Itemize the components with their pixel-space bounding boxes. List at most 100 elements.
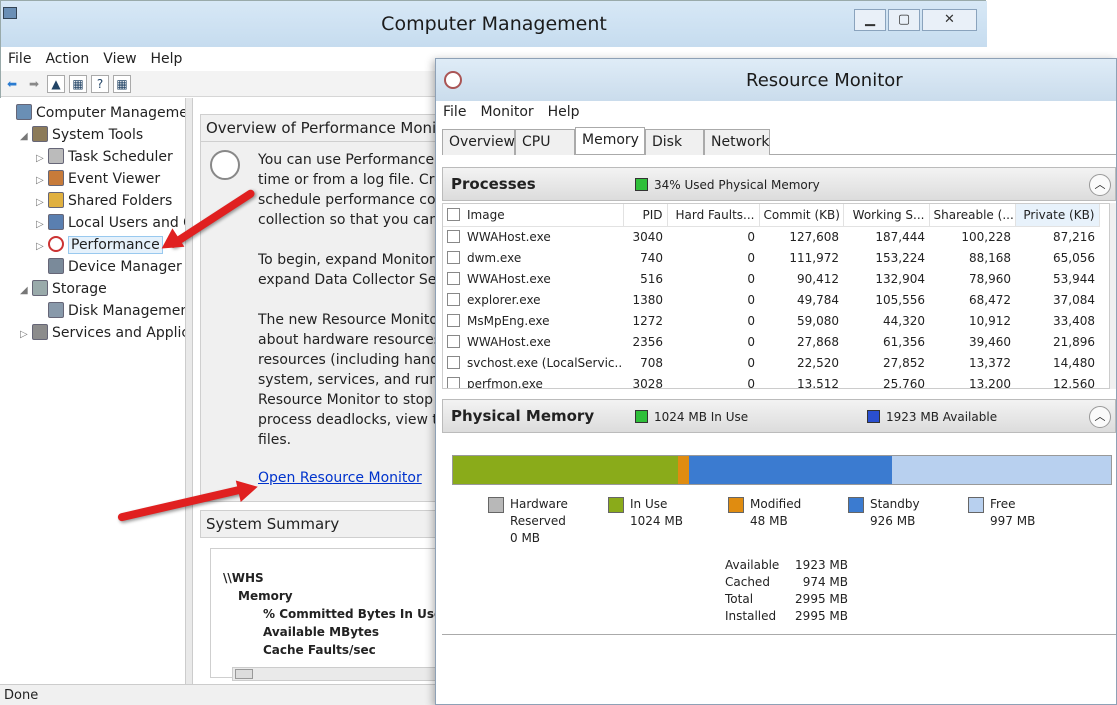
tree-item-label: Event Viewer: [68, 171, 161, 187]
collapse-processes-icon[interactable]: ︿: [1089, 174, 1111, 196]
tree-item-event-viewer[interactable]: ▷ Event Viewer: [36, 168, 160, 190]
row-checkbox[interactable]: [447, 229, 460, 243]
tree-item-disk-management[interactable]: Disk Management: [36, 300, 185, 322]
cell-text: 61,356: [883, 334, 925, 349]
overview-text-line: The new Resource Monitor: [258, 312, 438, 328]
column-header-working-s-[interactable]: Working S...: [843, 204, 930, 227]
expand-arrow-icon[interactable]: ▷: [20, 324, 32, 346]
horizontal-scrollbar[interactable]: [232, 667, 440, 681]
forward-arrow-icon[interactable]: ➡: [25, 76, 43, 94]
tab-memory[interactable]: Memory: [575, 127, 645, 154]
table-row[interactable]: dwm.exe 740 0 111,972 153,224 88,168 65,056: [443, 247, 1099, 268]
menu-view[interactable]: View: [96, 47, 143, 71]
row-checkbox[interactable]: [447, 376, 460, 388]
expand-arrow-icon[interactable]: ▷: [36, 214, 48, 236]
menu-help[interactable]: Help: [144, 47, 190, 71]
expand-arrow-icon[interactable]: ◢: [20, 280, 32, 302]
menu-action[interactable]: Action: [38, 47, 96, 71]
back-arrow-icon[interactable]: ⬅: [3, 76, 21, 94]
tree-item-services-and-applicat[interactable]: ▷ Services and Applicat: [20, 322, 185, 346]
table-row[interactable]: explorer.exe 1380 0 49,784 105,556 68,472 37,0…: [443, 289, 1099, 310]
system-summary-body: \\WHS Memory % Committed Bytes In Use Av…: [210, 548, 442, 678]
column-header-label: Hard Faults...: [675, 207, 755, 222]
tree-item-local-users-and-gro[interactable]: ▷ Local Users and Gro: [36, 212, 185, 236]
show-hide-tree-icon[interactable]: ▦: [69, 75, 87, 93]
up-folder-icon[interactable]: ▲: [47, 75, 65, 93]
rm-menu-help[interactable]: Help: [541, 101, 587, 123]
cell-text: 37,084: [1053, 292, 1095, 307]
processes-scrollbar[interactable]: [1110, 203, 1116, 389]
column-header-commit-kb-[interactable]: Commit (KB): [759, 204, 844, 227]
expand-arrow-icon[interactable]: ▷: [36, 148, 48, 170]
table-row[interactable]: perfmon.exe 3028 0 13,512 25,760 13,200 12,560: [443, 373, 1099, 388]
tree-item-device-manager[interactable]: Device Manager: [36, 256, 182, 278]
show-hide-action-pane-icon[interactable]: ▦: [113, 75, 131, 93]
tab-disk[interactable]: Disk: [645, 129, 704, 155]
table-cell: 37,084: [1015, 289, 1099, 310]
processes-table: Image PID Hard Faults... Commit (KB) Working…: [442, 203, 1110, 389]
cell-text: 3040: [632, 229, 663, 244]
rm-menu-monitor[interactable]: Monitor: [473, 101, 540, 123]
tree-item-task-scheduler[interactable]: ▷ Task Scheduler: [36, 146, 173, 168]
legend-label: Standby: [870, 497, 920, 511]
tab-cpu[interactable]: CPU: [515, 129, 575, 155]
menu-file[interactable]: File: [1, 47, 38, 71]
column-header-image[interactable]: Image: [443, 204, 624, 227]
cm-title-bar[interactable]: Computer Management ▁ ▢ ✕: [1, 1, 987, 47]
tree-item-storage[interactable]: ◢ Storage: [20, 278, 107, 300]
column-header-pid[interactable]: PID: [623, 204, 668, 227]
legend-modified: Modified 48 MB: [728, 496, 801, 530]
expand-arrow-icon[interactable]: ▷: [36, 170, 48, 192]
row-checkbox[interactable]: [447, 250, 460, 264]
column-header-private-kb-[interactable]: Private (KB): [1015, 204, 1100, 227]
row-checkbox[interactable]: [447, 292, 460, 306]
row-checkbox[interactable]: [447, 334, 460, 348]
help-icon[interactable]: ?: [91, 75, 109, 93]
rm-menu-file[interactable]: File: [436, 101, 473, 123]
row-checkbox[interactable]: [447, 271, 460, 285]
table-row[interactable]: svchost.exe (LocalServic... 708 0 22,520 27,…: [443, 352, 1099, 373]
close-button[interactable]: ✕: [922, 9, 977, 31]
minimize-button[interactable]: ▁: [854, 9, 886, 31]
memory-usage-graph-icon: [635, 178, 648, 191]
table-row[interactable]: WWAHost.exe 3040 0 127,608 187,444 100,228 87,…: [443, 226, 1099, 247]
open-resource-monitor-link[interactable]: Open Resource Monitor: [258, 470, 422, 486]
row-checkbox[interactable]: [447, 355, 460, 369]
legend-in-use: In Use 1024 MB: [608, 496, 683, 530]
processes-section-header[interactable]: Processes 34% Used Physical Memory ︿: [442, 167, 1116, 201]
expand-arrow-icon[interactable]: ◢: [20, 126, 32, 148]
users-icon: [48, 214, 64, 230]
tree-item-system-tools[interactable]: ◢ System Tools: [20, 124, 143, 146]
column-header-shareable-[interactable]: Shareable (...: [929, 204, 1016, 227]
column-header-hard-faults-[interactable]: Hard Faults...: [667, 204, 760, 227]
tree-item-performance[interactable]: ▷ Performance: [36, 234, 163, 256]
table-cell: WWAHost.exe: [443, 226, 623, 247]
legend-label: Reserved: [510, 514, 566, 528]
table-row[interactable]: WWAHost.exe 516 0 90,412 132,904 78,960 53,944: [443, 268, 1099, 289]
cell-text: WWAHost.exe: [467, 229, 551, 244]
cell-text: dwm.exe: [467, 250, 522, 265]
expand-arrow-icon[interactable]: ▷: [36, 236, 48, 258]
maximize-button[interactable]: ▢: [888, 9, 920, 31]
overview-text-line: Resource Monitor to stop p: [258, 392, 438, 408]
table-row[interactable]: MsMpEng.exe 1272 0 59,080 44,320 10,912 33,408: [443, 310, 1099, 331]
row-checkbox[interactable]: [447, 313, 460, 327]
available-graph-icon: [867, 410, 880, 423]
tree-item-computer-management[interactable]: Computer Management: [4, 102, 185, 124]
legend-value: 48 MB: [750, 514, 788, 528]
collapse-physical-memory-icon[interactable]: ︿: [1089, 406, 1111, 428]
table-cell: 0: [667, 289, 759, 310]
table-cell: 153,224: [843, 247, 929, 268]
tab-overview[interactable]: Overview: [442, 129, 515, 155]
expand-arrow-icon[interactable]: ▷: [36, 192, 48, 214]
rm-title-bar[interactable]: Resource Monitor: [436, 59, 1116, 101]
table-cell: 1380: [623, 289, 667, 310]
scroll-thumb[interactable]: [235, 669, 253, 679]
physical-memory-section-header[interactable]: Physical Memory 1024 MB In Use 1923 MB A…: [442, 399, 1116, 433]
select-all-checkbox[interactable]: [447, 207, 460, 221]
cell-text: 0: [747, 334, 755, 349]
tree-item-shared-folders[interactable]: ▷ Shared Folders: [36, 190, 172, 212]
table-row[interactable]: WWAHost.exe 2356 0 27,868 61,356 39,460 21,896: [443, 331, 1099, 352]
table-cell: 49,784: [759, 289, 843, 310]
tab-network[interactable]: Network: [704, 129, 770, 155]
